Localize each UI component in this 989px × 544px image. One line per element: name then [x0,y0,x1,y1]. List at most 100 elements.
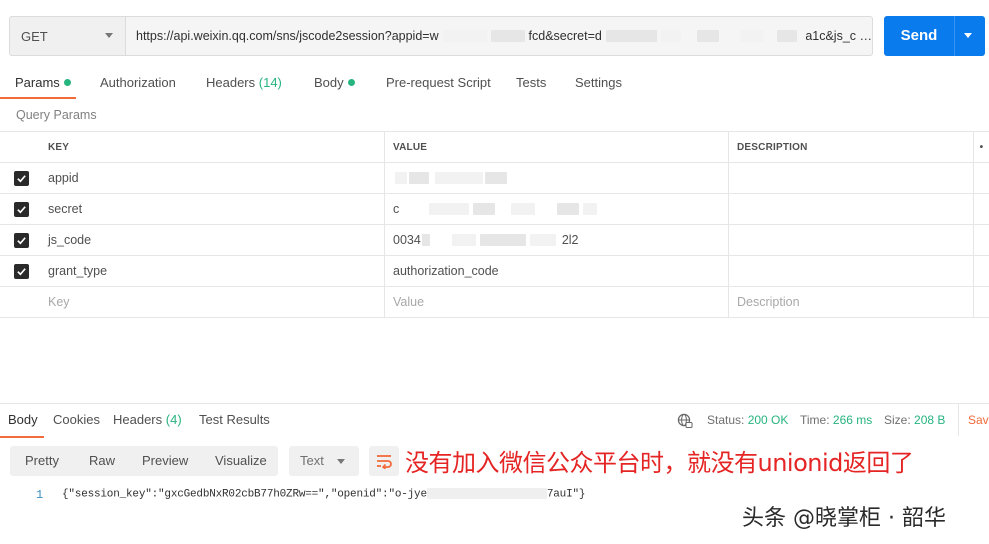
new-description-input[interactable]: Description [728,287,973,317]
param-key[interactable]: grant_type [42,256,384,286]
header-check-cell [0,132,42,162]
response-status: Status: 200 OK [707,413,789,427]
row-end-cell [973,256,989,286]
param-value[interactable] [384,163,728,193]
time-value: 266 ms [832,413,873,427]
column-header-description: DESCRIPTION [728,132,973,162]
new-value-input[interactable]: Value [384,287,728,317]
param-value[interactable]: authorization_code [384,256,728,286]
chevron-down-icon [337,459,345,464]
response-size: Size: 208 B [884,413,946,427]
table-row: js_code 0034 2l2 [0,225,989,256]
send-button[interactable]: Send [884,16,985,56]
redacted-block [740,30,763,42]
size-value: 208 B [914,413,946,427]
check-icon [16,236,26,244]
redacted-block [409,172,429,184]
redacted-block [395,172,407,184]
line-number: 1 [36,488,44,502]
url-input[interactable]: https://api.weixin.qq.com/sns/jscode2ses… [126,16,873,56]
param-key[interactable]: js_code [42,225,384,255]
query-params-title: Query Params [16,108,97,122]
response-time: Time: 266 ms [800,413,873,427]
redacted-block [696,30,719,42]
url-part-3: a1c&js_c … [805,29,873,43]
row-end-cell [973,194,989,224]
redacted-block [473,203,496,215]
request-tabs: Params Authorization Headers (14) Body P… [0,70,989,99]
tab-settings[interactable]: Settings [575,70,622,98]
send-divider [954,16,955,56]
param-description[interactable] [728,163,973,193]
redacted-block [660,30,681,42]
column-header-key: KEY [48,141,70,153]
response-tab-headers[interactable]: Headers (4) [113,404,182,436]
redacted-block [557,203,580,215]
response-toolbar: Body Cookies Headers (4) Test Results St… [0,403,989,438]
response-view-mode: Pretty Raw Preview Visualize [10,446,278,476]
wrap-lines-button[interactable] [369,446,399,476]
response-body-line: {"session_key":"gxcGedbNxR02cbB77h0ZRw==… [62,488,586,501]
param-value[interactable]: c [384,194,728,224]
row-checkbox-cell [0,256,42,286]
watermark: 头条 @晓掌柜 · 韶华 [742,506,946,531]
redacted-block [435,172,483,184]
check-icon [16,205,26,213]
row-checkbox[interactable] [13,263,29,279]
table-row: appid [0,163,989,194]
redacted-block [485,172,507,184]
table-row: secret c [0,194,989,225]
redacted-block [529,234,556,246]
row-checkbox-cell [0,163,42,193]
tab-body[interactable]: Body [314,70,355,98]
format-select[interactable]: Text [289,446,359,476]
send-label: Send [900,27,938,44]
view-mode-visualize[interactable]: Visualize [215,446,267,476]
param-description[interactable] [728,225,973,255]
tab-authorization[interactable]: Authorization [100,70,176,98]
tab-pre-request-script[interactable]: Pre-request Script [386,70,491,98]
globe-icon[interactable] [677,413,693,429]
row-checkbox[interactable] [13,232,29,248]
method-select[interactable]: GET [9,16,126,56]
redacted-block [442,30,487,42]
row-checkbox[interactable] [13,201,29,217]
check-icon [16,174,26,182]
param-description[interactable] [728,194,973,224]
param-value[interactable]: 0034 2l2 [384,225,728,255]
redacted-block [451,234,476,246]
headers-count: (14) [258,75,282,90]
redacted-block [583,203,598,215]
tab-tests[interactable]: Tests [516,70,546,98]
status-dot-icon [347,79,355,87]
view-mode-pretty[interactable]: Pretty [25,446,59,476]
response-headers-count: (4) [165,412,182,427]
tab-headers[interactable]: Headers (14) [206,70,282,98]
chevron-down-icon[interactable] [964,33,972,38]
row-checkbox[interactable] [13,170,29,186]
view-mode-raw[interactable]: Raw [89,446,115,476]
tab-params[interactable]: Params [0,70,76,99]
redacted-block [776,30,798,42]
active-tab-indicator [0,97,76,99]
new-key-input[interactable]: Key [42,287,384,317]
save-response-button[interactable]: Save [958,404,989,436]
more-columns-icon[interactable]: • [973,132,989,162]
row-checkbox-cell [0,194,42,224]
view-mode-preview[interactable]: Preview [142,446,188,476]
response-tab-cookies[interactable]: Cookies [53,404,100,436]
column-header-value: VALUE [384,132,728,162]
table-row-new: Key Value Description [0,287,989,318]
response-tab-body[interactable]: Body [0,404,44,438]
param-key[interactable]: appid [42,163,384,193]
param-description[interactable] [728,256,973,286]
redacted-block [511,203,536,215]
param-key[interactable]: secret [42,194,384,224]
response-tab-test-results[interactable]: Test Results [199,404,270,436]
redacted-block [479,234,526,246]
status-value: 200 OK [747,413,789,427]
url-part-2: fcd&secret=d [528,29,602,43]
row-end-cell [973,225,989,255]
table-header-row: KEY VALUE DESCRIPTION • [0,131,989,163]
method-label: GET [21,28,48,44]
